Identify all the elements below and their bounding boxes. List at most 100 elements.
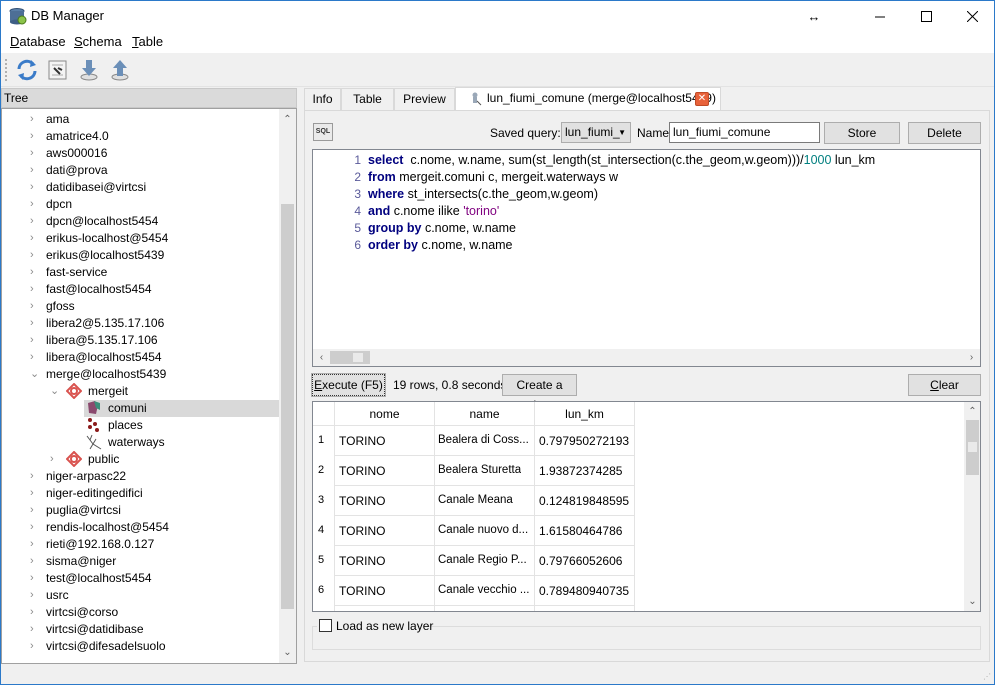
tree-item[interactable]: › amatrice4.0: [2, 128, 279, 145]
scroll-down-icon[interactable]: ⌄: [279, 644, 296, 661]
expand-arrow-icon[interactable]: ›: [30, 128, 40, 145]
tree-item[interactable]: waterways: [2, 434, 279, 451]
tree-item[interactable]: ⌄ merge@localhost5439: [2, 366, 279, 383]
tree-item[interactable]: › aws000016: [2, 145, 279, 162]
tree-item[interactable]: › gfoss: [2, 298, 279, 315]
tree-item[interactable]: › fast@localhost5454: [2, 281, 279, 298]
query-name-input[interactable]: lun_fiumi_comune: [669, 122, 820, 143]
expand-arrow-icon[interactable]: ›: [30, 264, 40, 281]
expand-arrow-icon[interactable]: ›: [30, 162, 40, 179]
table-row[interactable]: 2 TORINO Bealera Sturetta 1.93872374285: [313, 456, 635, 486]
create-view-button[interactable]: Create a view: [502, 374, 577, 412]
close-button[interactable]: [949, 1, 995, 31]
expand-arrow-icon[interactable]: ›: [30, 485, 40, 502]
tree-item[interactable]: › niger-editingedifici: [2, 485, 279, 502]
tree-item[interactable]: › sisma@niger: [2, 553, 279, 570]
column-header-name[interactable]: name: [435, 402, 535, 426]
expand-arrow-icon[interactable]: ›: [30, 247, 40, 264]
store-button[interactable]: Store: [824, 122, 900, 144]
tree-item[interactable]: › niger-arpasc22: [2, 468, 279, 485]
tab-preview[interactable]: Preview: [394, 88, 455, 111]
db-tree[interactable]: ⌃ ⌄ › ama › amatrice4.0 › aws000016 › dati@prov…: [1, 108, 297, 664]
expand-arrow-icon[interactable]: ›: [30, 349, 40, 366]
tree-scroll-thumb[interactable]: [281, 204, 294, 609]
tree-item[interactable]: › libera2@5.135.17.106: [2, 315, 279, 332]
tree-item[interactable]: › public: [2, 450, 279, 468]
saved-query-select[interactable]: lun_fiumi_ ▼: [561, 122, 631, 143]
menu-schema[interactable]: Schema: [74, 34, 122, 49]
table-row[interactable]: 1 TORINO Bealera di Coss... 0.797950272193: [313, 426, 635, 456]
tree-item[interactable]: › rieti@192.168.0.127: [2, 536, 279, 553]
expand-arrow-icon[interactable]: ›: [30, 553, 40, 570]
menu-database[interactable]: Database: [10, 34, 66, 49]
tree-item[interactable]: › test@localhost5454: [2, 570, 279, 587]
tree-item[interactable]: › rendis-localhost@5454: [2, 519, 279, 536]
expand-arrow-icon[interactable]: ›: [30, 315, 40, 332]
expand-arrow-icon[interactable]: ›: [30, 587, 40, 604]
tree-item[interactable]: › libera@5.135.17.106: [2, 332, 279, 349]
resize-grip-icon[interactable]: ⋰: [983, 672, 991, 681]
tree-item[interactable]: › usrc: [2, 587, 279, 604]
editor-hscroll-thumb[interactable]: [330, 351, 370, 364]
tree-scrollbar[interactable]: ⌃ ⌄: [279, 109, 296, 663]
delete-button[interactable]: Delete: [908, 122, 981, 144]
tree-item[interactable]: › dpcn@localhost5454: [2, 213, 279, 230]
expand-arrow-icon[interactable]: ›: [30, 298, 40, 315]
tree-item[interactable]: places: [2, 417, 279, 434]
tree-item[interactable]: › puglia@virtcsi: [2, 502, 279, 519]
expand-arrow-icon[interactable]: ›: [30, 213, 40, 230]
expand-arrow-icon[interactable]: ›: [30, 604, 40, 621]
tree-item[interactable]: › libera@localhost5454: [2, 349, 279, 366]
tree-item[interactable]: comuni: [84, 400, 279, 417]
column-header-lun-km[interactable]: lun_km: [535, 402, 635, 426]
toolbar-grip[interactable]: [5, 59, 7, 81]
expand-arrow-icon[interactable]: ›: [30, 196, 40, 213]
load-as-layer-checkbox[interactable]: [319, 619, 332, 632]
collapse-arrow-icon[interactable]: ⌄: [50, 383, 60, 400]
tree-item[interactable]: › virtcsi@corso: [2, 604, 279, 621]
table-row[interactable]: 5 TORINO Canale Regio P... 0.79766052606: [313, 546, 635, 576]
minimize-button[interactable]: [857, 1, 903, 31]
results-scrollbar[interactable]: ⌃ ⌄: [964, 402, 980, 611]
sql-window-button[interactable]: [46, 58, 70, 82]
tree-item[interactable]: › ama: [2, 111, 279, 128]
expand-arrow-icon[interactable]: ›: [30, 570, 40, 587]
tab-info[interactable]: Info: [304, 88, 341, 111]
execute-button[interactable]: Execute (F5): [311, 373, 386, 397]
tree-item[interactable]: › erikus@localhost5439: [2, 247, 279, 264]
tab-table[interactable]: Table: [341, 88, 394, 111]
scroll-left-icon[interactable]: ‹: [313, 349, 330, 366]
tree-item[interactable]: ⌄ mergeit: [2, 382, 279, 400]
table-row[interactable]: 4 TORINO Canale nuovo d... 1.61580464786: [313, 516, 635, 546]
maximize-button[interactable]: [903, 1, 949, 31]
table-row[interactable]: 3 TORINO Canale Meana 0.124819848595: [313, 486, 635, 516]
tree-item[interactable]: › dpcn: [2, 196, 279, 213]
expand-arrow-icon[interactable]: ›: [30, 332, 40, 349]
expand-arrow-icon[interactable]: ›: [30, 230, 40, 247]
import-layer-button[interactable]: [77, 58, 101, 82]
results-scroll-down-icon[interactable]: ⌄: [964, 593, 980, 610]
refresh-button[interactable]: [15, 58, 39, 82]
table-row[interactable]: 6 TORINO Canale vecchio ... 0.789480940735: [313, 576, 635, 606]
expand-arrow-icon[interactable]: ›: [30, 638, 40, 655]
expand-arrow-icon[interactable]: ›: [30, 502, 40, 519]
tree-item[interactable]: › virtcsi@datidibase: [2, 621, 279, 638]
expand-arrow-icon[interactable]: ›: [30, 621, 40, 638]
sql-editor[interactable]: 1 2 3 4 5 6 ‹ › select c.nome, w.name, sum(st…: [312, 149, 981, 367]
scroll-up-icon[interactable]: ⌃: [279, 111, 296, 128]
column-header-nome[interactable]: nome: [335, 402, 435, 426]
results-table[interactable]: ⌃ ⌄ nome name lun_km 1 TORINO Bealera di Coss…: [312, 401, 981, 612]
tree-item[interactable]: › fast-service: [2, 264, 279, 281]
expand-arrow-icon[interactable]: ›: [30, 519, 40, 536]
expand-arrow-icon[interactable]: ›: [30, 536, 40, 553]
menu-table[interactable]: Table: [132, 34, 163, 49]
expand-arrow-icon[interactable]: ›: [50, 451, 60, 468]
results-scroll-up-icon[interactable]: ⌃: [964, 403, 980, 420]
tree-item[interactable]: › dati@prova: [2, 162, 279, 179]
collapse-arrow-icon[interactable]: ⌄: [30, 366, 40, 383]
tree-item[interactable]: › datidibasei@virtcsi: [2, 179, 279, 196]
sql-icon[interactable]: SQL: [313, 123, 333, 141]
row-header-corner[interactable]: [313, 402, 335, 426]
editor-hscrollbar[interactable]: ‹ ›: [313, 349, 980, 366]
tab-query[interactable]: lun_fiumi_comune (merge@localhost5439) ✕: [455, 87, 721, 111]
